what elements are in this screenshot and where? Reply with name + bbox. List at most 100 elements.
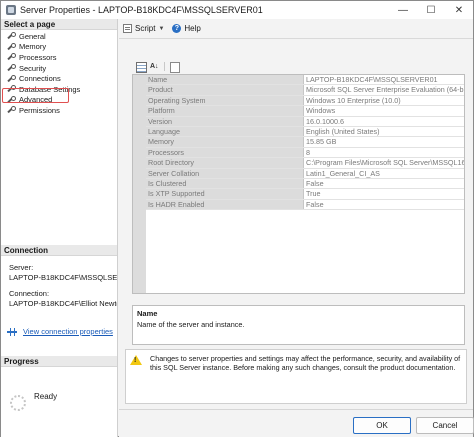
page-item-connections[interactable]: Connections [1, 73, 117, 84]
script-button[interactable]: Script ▼ [123, 24, 164, 33]
property-grid-toolbar: A↓ [136, 61, 183, 73]
property-value: LAPTOP-B18KDC4F\MSSQLSERVER01 [306, 75, 438, 84]
property-row[interactable]: Operating System Windows 10 Enterprise (1… [146, 95, 464, 107]
property-name: Memory [146, 137, 304, 147]
property-name: Product [146, 85, 304, 95]
property-value: False [306, 178, 324, 188]
page-item-security[interactable]: Security [1, 63, 117, 74]
dialog-footer: OK Cancel [119, 409, 474, 437]
property-row[interactable]: Is XTP Supported True [146, 189, 464, 200]
property-row[interactable]: Memory 15.85 GB [146, 137, 464, 148]
page-item-memory[interactable]: Memory [1, 42, 117, 53]
progress-status: Ready [34, 392, 58, 401]
property-value: C:\Program Files\Microsoft SQL Server\MS… [306, 158, 465, 168]
title-bar: Server Properties - LAPTOP-B18KDC4F\MSSQ… [1, 1, 473, 19]
property-row[interactable]: Is HADR Enabled False [146, 199, 464, 211]
property-pages-icon[interactable] [169, 61, 180, 73]
warning-panel: ! Changes to server properties and setti… [125, 349, 467, 404]
property-name: Root Directory [146, 158, 304, 168]
property-name: Platform [146, 106, 304, 116]
grid-toolbar-divider [164, 61, 165, 71]
property-name: Name [146, 75, 304, 85]
property-value: Windows 10 Enterprise (10.0) [306, 95, 401, 105]
property-row[interactable]: Processors 8 [146, 147, 464, 159]
wrench-icon [6, 74, 16, 83]
property-row[interactable]: Platform Windows [146, 106, 464, 117]
property-value: 16.0.1000.6 [306, 116, 344, 126]
property-name: Version [146, 116, 304, 126]
wrench-icon [6, 64, 16, 72]
page-item-label: Security [19, 63, 47, 73]
property-value: Latin1_General_CI_AS [306, 168, 380, 178]
help-button[interactable]: ? Help [172, 24, 201, 33]
warning-exclamation-icon: ! [134, 357, 137, 364]
property-row[interactable]: Version 16.0.1000.6 [146, 116, 464, 127]
chevron-down-icon: ▼ [158, 25, 165, 32]
connection-details: Server: LAPTOP-B18KDC4F\MSSQLSERVER01 Co… [9, 263, 117, 309]
script-icon [123, 24, 132, 33]
property-row[interactable]: Language English (United States) [146, 126, 464, 138]
cancel-button[interactable]: Cancel [416, 417, 474, 434]
page-item-permissions[interactable]: Permissions [1, 105, 117, 116]
property-name: Is Clustered [146, 178, 304, 189]
property-grid: Name LAPTOP-B18KDC4F\MSSQLSERVER01 Produc… [132, 74, 465, 294]
toolbar-divider [119, 38, 473, 39]
property-value: False [306, 199, 324, 209]
page-item-label: Processors [19, 52, 57, 62]
connection-properties-icon [7, 327, 17, 336]
right-pane: Script ▼ ? Help A↓ Name LAPTOP-B18KDC4F\M… [119, 19, 473, 409]
page-item-general[interactable]: General [1, 31, 117, 42]
connection-label: Connection: [9, 289, 50, 298]
close-button[interactable]: ✕ [445, 1, 473, 19]
progress-header: Progress [1, 356, 117, 367]
property-row[interactable]: Name LAPTOP-B18KDC4F\MSSQLSERVER01 [146, 75, 464, 86]
progress-spinner-icon [10, 395, 26, 411]
property-name: Server Collation [146, 168, 304, 178]
window-controls: — ☐ ✕ [389, 1, 473, 19]
wrench-icon [6, 42, 16, 51]
view-connection-properties-link[interactable]: View connection properties [23, 327, 113, 336]
alphabetical-sort-icon[interactable]: A↓ [150, 62, 160, 71]
description-panel: Name Name of the server and instance. [132, 305, 465, 345]
view-connection-properties-row[interactable]: View connection properties [7, 327, 113, 336]
categorized-icon[interactable] [136, 61, 147, 73]
help-icon: ? [172, 24, 182, 33]
property-row[interactable]: Server Collation Latin1_General_CI_AS [146, 168, 464, 179]
warning-text: Changes to server properties and setting… [150, 354, 461, 372]
help-label: Help [184, 24, 201, 33]
page-item-label: Permissions [19, 105, 60, 115]
page-item-processors[interactable]: Processors [1, 52, 117, 63]
property-row[interactable]: Is Clustered False [146, 178, 464, 190]
property-name: Language [146, 126, 304, 137]
connections-highlight-box [2, 88, 69, 103]
page-item-label: General [19, 31, 46, 41]
script-label: Script [135, 24, 156, 33]
wrench-icon [6, 32, 16, 40]
property-value: English (United States) [306, 126, 380, 136]
property-name: Processors [146, 147, 304, 158]
page-item-label: Memory [19, 42, 47, 52]
property-value: True [306, 189, 321, 199]
wrench-icon [6, 106, 16, 114]
property-row[interactable]: Root Directory C:\Program Files\Microsoft… [146, 158, 465, 169]
left-pane: Select a page General Memory Processors … [1, 19, 118, 437]
connection-header: Connection [1, 245, 117, 256]
property-name: Operating System [146, 95, 304, 106]
property-name: Is HADR Enabled [146, 199, 304, 210]
description-title: Name [137, 309, 158, 318]
page-item-label: Connections [19, 74, 61, 84]
property-name: Is XTP Supported [146, 189, 304, 199]
property-value: Windows [306, 106, 336, 116]
minimize-button[interactable]: — [389, 1, 417, 19]
window-title: Server Properties - LAPTOP-B18KDC4F\MSSQ… [20, 5, 263, 15]
property-row[interactable]: Product Microsoft SQL Server Enterprise E… [146, 85, 464, 96]
property-grid-rows: Name LAPTOP-B18KDC4F\MSSQLSERVER01 Produc… [146, 75, 465, 211]
server-properties-window: Server Properties - LAPTOP-B18KDC4F\MSSQ… [0, 0, 474, 437]
ok-button[interactable]: OK [353, 417, 411, 434]
property-grid-gutter [133, 75, 146, 293]
select-page-header: Select a page [1, 19, 117, 30]
app-icon [6, 5, 16, 15]
connection-value: LAPTOP-B18KDC4F\Elliot Newton [9, 299, 117, 308]
property-value: 8 [306, 147, 310, 157]
maximize-button[interactable]: ☐ [417, 1, 445, 19]
